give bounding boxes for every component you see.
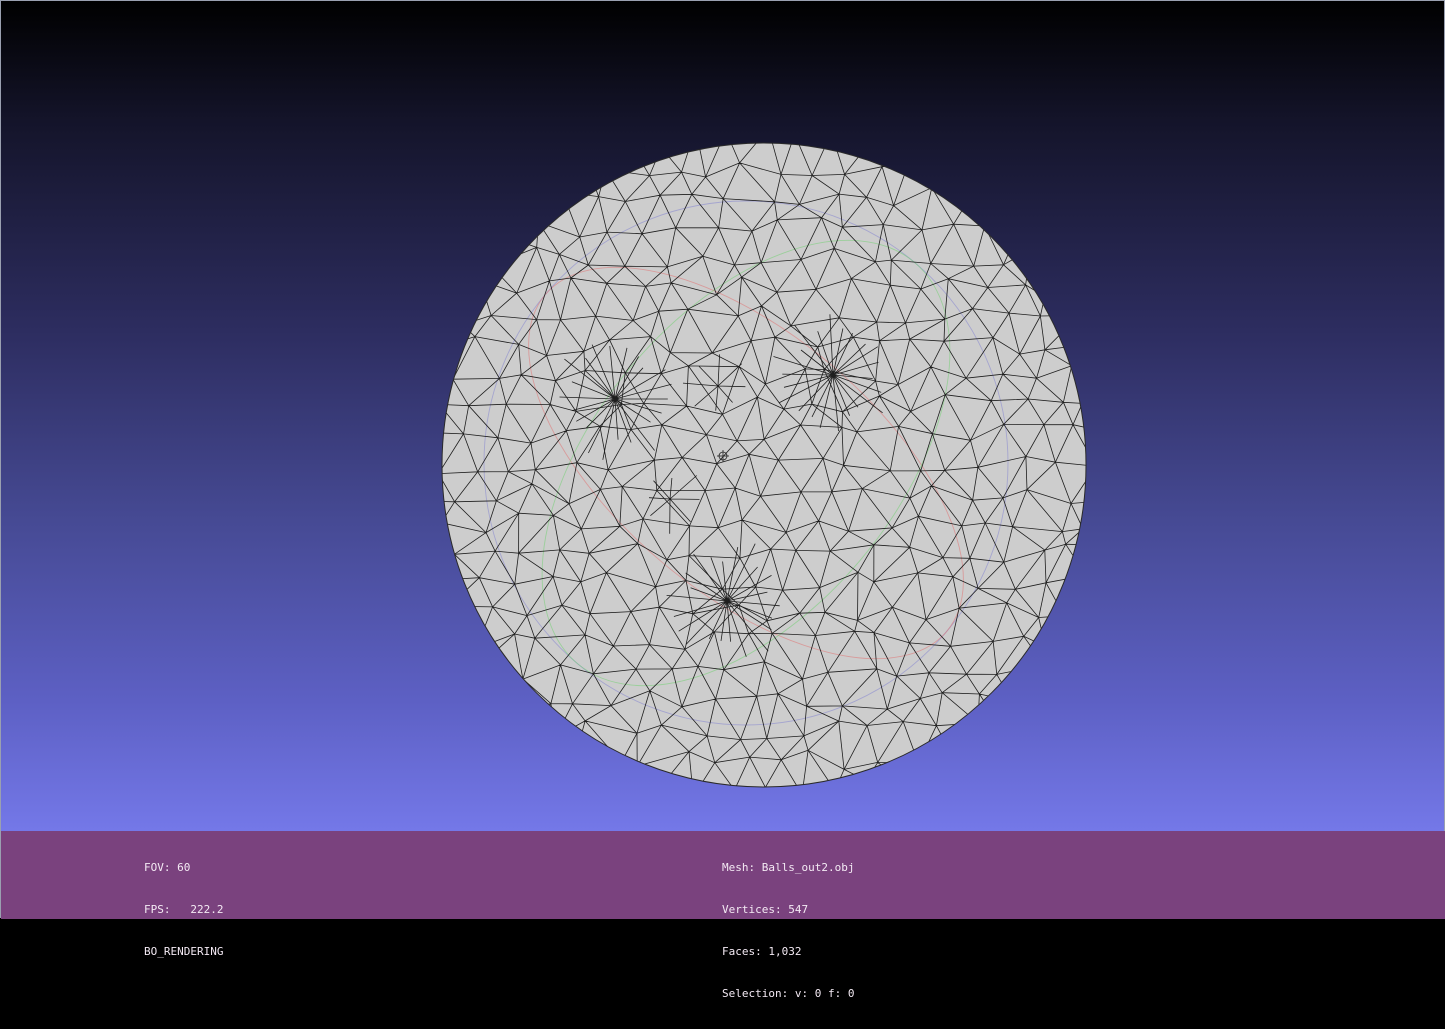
vertex-count-readout: Vertices: 547 [722,903,809,916]
face-count-readout: Faces: 1,032 [722,945,802,958]
render-mode-readout: BO_RENDERING [144,945,224,958]
mesh-name-readout: Mesh: Balls_out2.obj [722,861,855,874]
mesh-info: Mesh: Balls_out2.obj Vertices: 547 Faces… [722,833,854,1029]
fps-readout: FPS: 222.2 [144,903,224,916]
info-panel: FOV: 60 FPS: 222.2 BO_RENDERING Mesh: Ba… [1,831,1445,1000]
fov-readout: FOV: 60 [144,861,191,874]
selection-readout: Selection: v: 0 f: 0 [722,987,855,1000]
3d-viewport[interactable]: FOV: 60 FPS: 222.2 BO_RENDERING Mesh: Ba… [0,0,1445,1000]
render-info: FOV: 60 FPS: 222.2 BO_RENDERING [144,833,223,987]
mesh-render[interactable] [1,1,1445,831]
